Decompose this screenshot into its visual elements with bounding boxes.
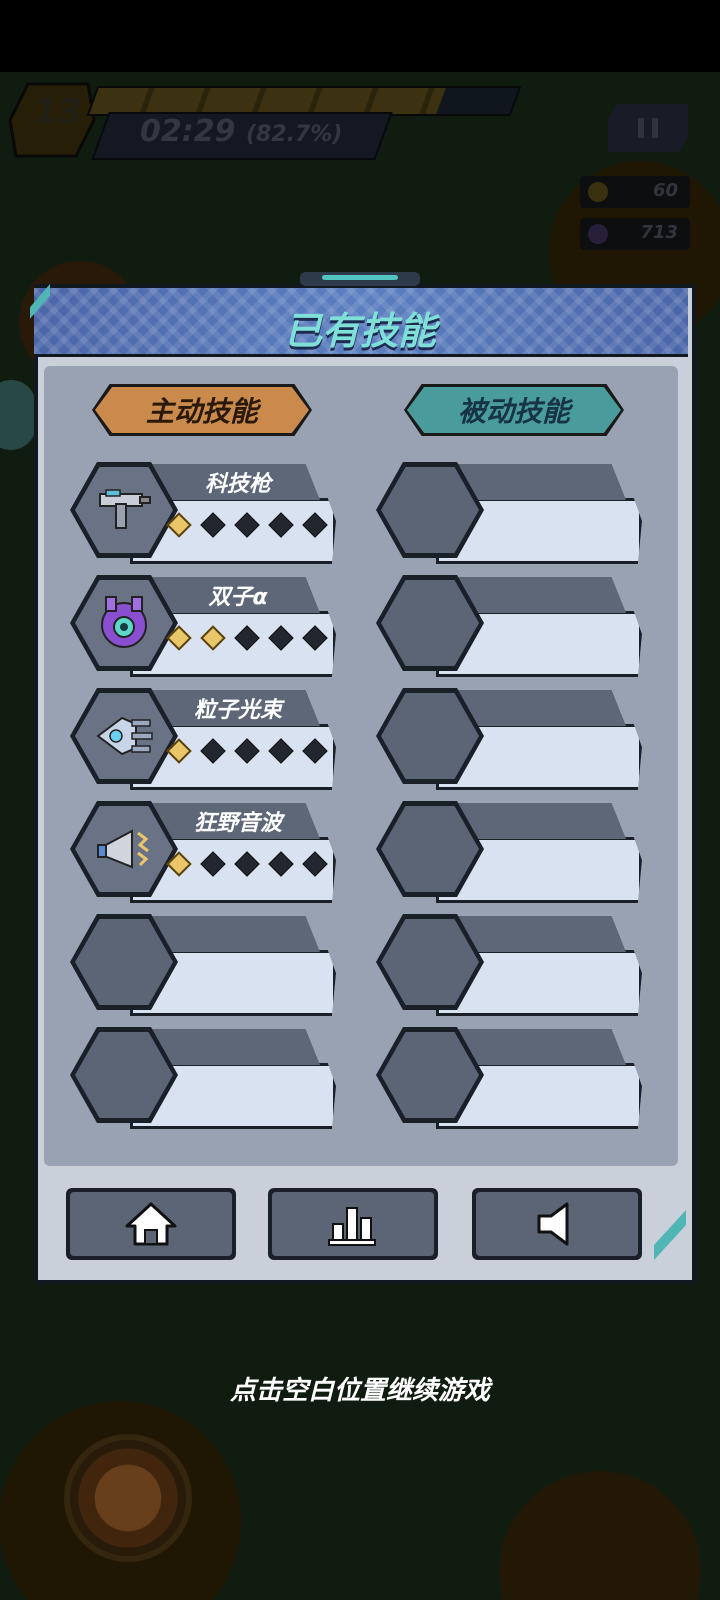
level-star-empty-icon	[234, 625, 260, 651]
game-screen[interactable]: 13 02:29 (82.7%) 60 713 已有技能 主动技能 被动技能 科…	[0, 0, 720, 1600]
dialog-title: 已有技能	[283, 309, 436, 353]
level-star-filled-icon	[166, 851, 192, 877]
level-star-empty-icon	[200, 851, 226, 877]
stats-button[interactable]	[268, 1188, 438, 1260]
skill-name: 双子α	[208, 585, 268, 610]
dialog-top-handle	[300, 272, 420, 286]
level-star-filled-icon	[166, 512, 192, 538]
active-skill-slot[interactable]: 狂野音波	[70, 801, 340, 903]
level-star-empty-icon	[302, 738, 328, 764]
level-star-empty-icon	[268, 851, 294, 877]
level-star-empty-icon	[268, 512, 294, 538]
level-star-empty-icon	[268, 738, 294, 764]
skill-name: 科技枪	[204, 472, 271, 497]
level-star-empty-icon	[268, 625, 294, 651]
level-star-empty-icon	[200, 738, 226, 764]
level-star-empty-icon	[200, 512, 226, 538]
level-star-empty-icon	[302, 512, 328, 538]
empty-passive-skill-slot	[376, 688, 646, 790]
level-star-empty-icon	[234, 738, 260, 764]
level-star-filled-icon	[166, 738, 192, 764]
active-skill-slot[interactable]: 科技枪	[70, 462, 340, 564]
skill-level-stars	[166, 625, 340, 651]
empty-passive-skill-slot	[376, 914, 646, 1016]
sound-button[interactable]	[472, 1188, 642, 1260]
tab-active-skills-label: 主动技能	[95, 387, 309, 433]
level-star-empty-icon	[302, 851, 328, 877]
speaker-icon	[537, 1202, 569, 1246]
active-skill-slot[interactable]: 粒子光束	[70, 688, 340, 790]
particle-beam-icon	[96, 716, 153, 756]
home-icon	[125, 1202, 177, 1246]
ultimate-skill-button[interactable]	[64, 1434, 192, 1562]
empty-passive-skill-slot	[376, 462, 646, 564]
empty-passive-skill-slot	[376, 1027, 646, 1129]
tab-passive-skills-label: 被动技能	[407, 387, 621, 433]
tab-passive-skills[interactable]: 被动技能	[404, 384, 624, 436]
megaphone-icon	[97, 829, 149, 869]
empty-passive-skill-slot	[376, 801, 646, 903]
empty-active-skill-slot	[70, 914, 340, 1016]
skill-level-stars	[166, 738, 340, 764]
continue-hint: 点击空白位置继续游戏	[229, 1376, 490, 1406]
level-star-filled-icon	[200, 625, 226, 651]
level-star-empty-icon	[234, 851, 260, 877]
skill-level-stars	[166, 512, 340, 538]
bar-chart-icon	[328, 1207, 376, 1246]
empty-active-skill-slot	[70, 1027, 340, 1129]
level-star-empty-icon	[302, 625, 328, 651]
tab-active-skills[interactable]: 主动技能	[92, 384, 312, 436]
empty-passive-skill-slot	[376, 575, 646, 677]
skill-level-stars	[166, 851, 340, 877]
level-star-empty-icon	[234, 512, 260, 538]
status-bar	[0, 0, 720, 72]
active-skill-slot[interactable]: 双子α	[70, 575, 340, 677]
level-star-filled-icon	[166, 625, 192, 651]
skill-name: 粒子光束	[193, 698, 282, 723]
home-button[interactable]	[66, 1188, 236, 1260]
tech-gun-icon	[99, 489, 151, 529]
skill-name: 狂野音波	[193, 811, 282, 836]
gemini-drone-icon	[101, 596, 147, 648]
